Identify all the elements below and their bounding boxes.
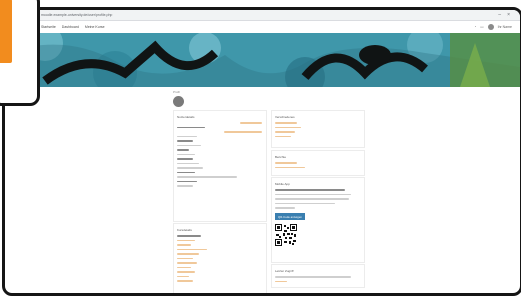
last-access-title: Letzter Zugriff bbox=[275, 269, 294, 273]
miscellaneous-card: Verschiedenes bbox=[271, 110, 365, 148]
qr-code-button[interactable]: QR-Code anzeigen bbox=[275, 213, 305, 220]
profile-avatar bbox=[173, 96, 184, 107]
miscellaneous-title: Verschiedenes bbox=[275, 115, 295, 119]
url-text[interactable]: moodle.example-university.de/user/profil… bbox=[41, 13, 112, 17]
mobile-app-card: Mobile App bbox=[271, 177, 365, 263]
minimize-icon[interactable]: – bbox=[498, 12, 501, 18]
browser-window: moodle.example-university.de/user/profil… bbox=[2, 7, 521, 296]
overlay-panel bbox=[0, 0, 40, 106]
nav-link-home[interactable]: Startseite bbox=[41, 25, 56, 29]
close-icon[interactable]: × bbox=[507, 12, 510, 18]
mobile-app-title: Mobile App bbox=[275, 182, 290, 186]
last-access-card: Letzter Zugriff bbox=[271, 264, 365, 288]
address-bar[interactable]: moodle.example-university.de/user/profil… bbox=[5, 10, 520, 21]
orange-tab[interactable] bbox=[0, 0, 12, 63]
user-details-card: Nutzerdetails bbox=[173, 110, 267, 222]
avatar[interactable] bbox=[487, 24, 494, 30]
hero-banner bbox=[5, 33, 520, 87]
reports-title: Berichte bbox=[275, 155, 287, 159]
reports-card: Berichte bbox=[271, 150, 365, 176]
hero-image bbox=[5, 33, 520, 87]
chat-icon[interactable]: ▭ bbox=[480, 25, 483, 29]
breadcrumb[interactable]: Profil bbox=[173, 90, 180, 94]
course-details-title: Kursdetails bbox=[177, 228, 192, 232]
bell-icon[interactable]: ◔ bbox=[474, 25, 476, 29]
qr-code bbox=[275, 224, 297, 246]
nav-link-dashboard[interactable]: Dashboard bbox=[62, 25, 79, 29]
nav-link-courses[interactable]: Meine Kurse bbox=[85, 25, 105, 29]
user-details-title: Nutzerdetails bbox=[177, 115, 195, 119]
user-name[interactable]: Ihr Name bbox=[498, 25, 512, 29]
course-details-card: Kursdetails bbox=[173, 223, 267, 293]
